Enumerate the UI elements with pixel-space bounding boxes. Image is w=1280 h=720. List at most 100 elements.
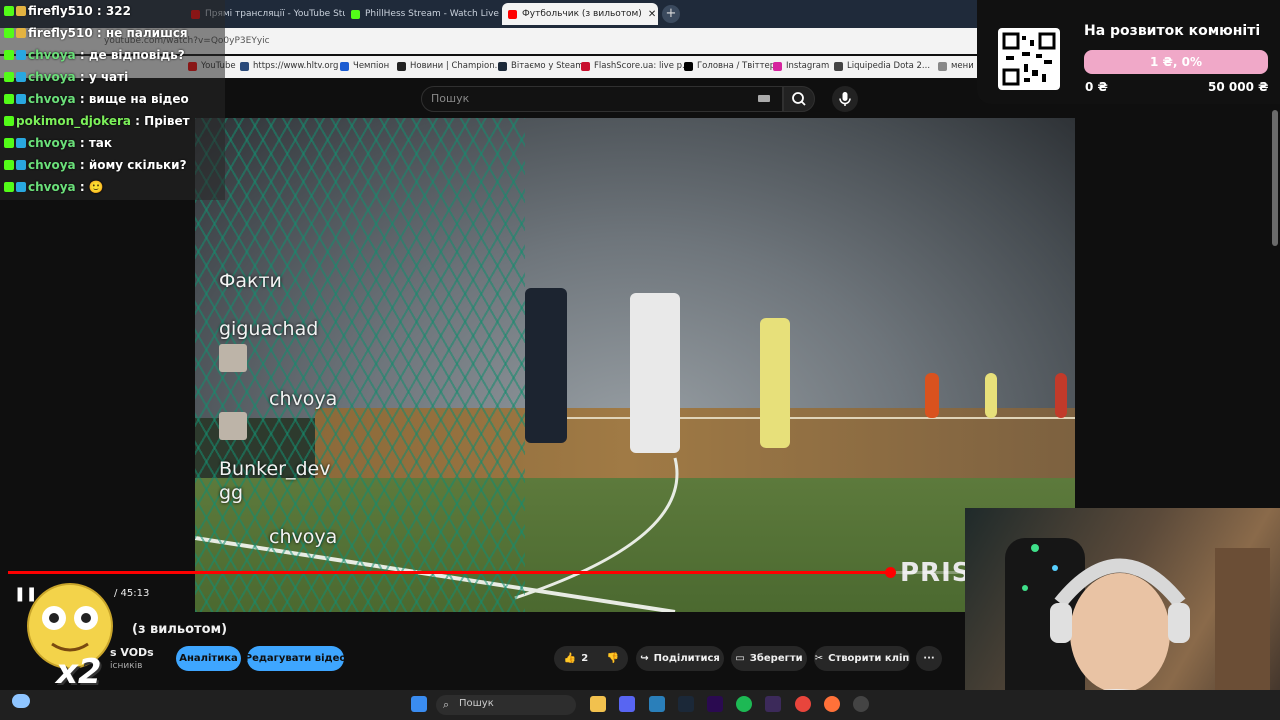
bookmark-champion[interactable]: Чемпіон [340, 61, 389, 71]
chat-message: firefly510 : 322 [4, 4, 131, 18]
taskbar-search-label: Пошук [459, 698, 494, 709]
donation-min-label: 0 ₴ [1085, 80, 1108, 94]
kick-icon [351, 9, 360, 19]
firefox-icon[interactable] [824, 696, 840, 712]
hltv-icon [240, 61, 249, 71]
instagram-icon [773, 61, 782, 71]
flashscore-icon [581, 61, 590, 71]
search-input[interactable] [421, 86, 783, 112]
qr-code-icon [1002, 32, 1056, 86]
tab-kick-stream[interactable]: PhillHess Stream - Watch Live o ✕ [345, 3, 500, 25]
crown-badge-icon [16, 28, 26, 38]
bookmark-steam[interactable]: Вітаємо у Steam [498, 61, 584, 71]
video-player[interactable]: Факти giguachad chvoya Bunker_dev gg chv… [195, 118, 1075, 612]
keyboard-icon[interactable] [758, 95, 770, 102]
dislike-button[interactable]: 👎 [598, 646, 628, 671]
avatar [219, 344, 247, 372]
windows-taskbar [0, 690, 1280, 720]
bookmark-champion-news[interactable]: Новини | Champion... [397, 61, 503, 71]
chat-message: chvoya : вище на відео [4, 92, 189, 106]
like-button[interactable]: 👍 2 [554, 646, 598, 671]
overlay-chat-user: giguachad [219, 318, 319, 340]
avatar [219, 412, 247, 440]
page-scrollbar[interactable] [1272, 110, 1278, 246]
overlay-chat-user: chvoya [269, 526, 338, 548]
more-actions-button[interactable]: ··· [916, 646, 942, 671]
kick-badge-icon [4, 138, 14, 148]
tab-active-video[interactable]: Футбольчик (з вильотом) ✕ [502, 3, 658, 25]
thumbs-up-icon: 👍 [563, 653, 577, 664]
subscriber-badge-icon [16, 72, 26, 82]
bookmark-twitter[interactable]: Головна / Твіттер [684, 61, 775, 71]
chat-message: chvoya : у чаті [4, 70, 128, 84]
share-icon: ↪ [640, 653, 649, 664]
bookmark-icon: ▭ [735, 653, 745, 664]
overlay-chat-message: gg [219, 482, 244, 504]
search-button[interactable] [783, 86, 815, 112]
edit-video-button[interactable]: Редагувати відео [245, 646, 346, 671]
chat-message: chvoya : так [4, 136, 112, 150]
player-figure [760, 318, 790, 448]
donation-progress-label: 1 ₴, 0% [1150, 55, 1202, 69]
share-button[interactable]: ↪ Поділитися [636, 646, 724, 671]
subscriber-badge-icon [16, 50, 26, 60]
overlay-chat-user: Bunker_dev [219, 458, 331, 480]
premiere-icon[interactable] [707, 696, 723, 712]
overlay-chat-user: chvoya [269, 388, 338, 410]
x-icon [684, 61, 693, 71]
obs-icon[interactable] [765, 696, 781, 712]
chat-message: chvoya : 🙂 [4, 180, 104, 194]
bookmark-instagram[interactable]: Instagram [773, 61, 829, 71]
taskbar-search[interactable] [436, 695, 576, 715]
champion-news-icon [397, 61, 406, 71]
player-figure [925, 373, 939, 418]
chat-message: firefly510 : не палишся [4, 26, 188, 40]
discord-icon[interactable] [619, 696, 635, 712]
kick-badge-icon [4, 116, 14, 126]
steam-icon[interactable] [649, 696, 665, 712]
video-progress-handle[interactable] [885, 567, 896, 578]
clip-button[interactable]: ✂ Створити кліп [814, 646, 910, 671]
bookmark-flashscore[interactable]: FlashScore.ua: live p... [581, 61, 690, 71]
close-icon[interactable]: ✕ [642, 9, 656, 20]
folder-icon [938, 61, 947, 71]
analytics-button[interactable]: Аналітика [176, 646, 241, 671]
chrome-icon[interactable] [795, 696, 811, 712]
chat-message: chvoya : де відповідь? [4, 48, 185, 62]
spotify-icon[interactable] [736, 696, 752, 712]
streamer-webcam [965, 508, 1280, 720]
subscriber-badge-icon [16, 138, 26, 148]
player-figure [985, 373, 997, 418]
bookmark-hltv[interactable]: https://www.hltv.org [240, 61, 338, 71]
overlay-chat-user: Факти [219, 270, 282, 292]
youtube-icon [508, 9, 517, 19]
windows-icon[interactable] [411, 696, 427, 712]
bookmark-folder[interactable]: мени [938, 61, 974, 71]
webcam-scene [1005, 538, 1270, 720]
player-figure [525, 288, 567, 443]
champion-icon [340, 61, 349, 71]
emote-count: x2 [56, 652, 102, 692]
subscriber-badge-icon [16, 160, 26, 170]
search-icon [792, 92, 806, 106]
mic-icon[interactable] [853, 696, 869, 712]
emote-overlay: x2 [14, 580, 126, 692]
kick-badge-icon [4, 6, 14, 16]
steam-client-icon[interactable] [678, 696, 694, 712]
kick-badge-icon [4, 50, 14, 60]
new-tab-button[interactable]: + [662, 5, 680, 23]
liquipedia-icon [834, 61, 843, 71]
player-figure [630, 293, 680, 453]
weather-icon[interactable] [12, 694, 30, 708]
voice-search-button[interactable] [832, 86, 858, 112]
qr-code [998, 28, 1060, 90]
thumbs-down-icon: 👎 [606, 653, 620, 664]
video-progress-fill [8, 571, 890, 574]
kick-badge-icon [4, 72, 14, 82]
bookmark-liquipedia[interactable]: Liquipedia Dota 2... [834, 61, 930, 71]
save-button[interactable]: ▭ Зберегти [731, 646, 807, 671]
player-figure [1055, 373, 1067, 418]
subscriber-badge-icon [16, 182, 26, 192]
kick-badge-icon [4, 28, 14, 38]
files-icon[interactable] [590, 696, 606, 712]
